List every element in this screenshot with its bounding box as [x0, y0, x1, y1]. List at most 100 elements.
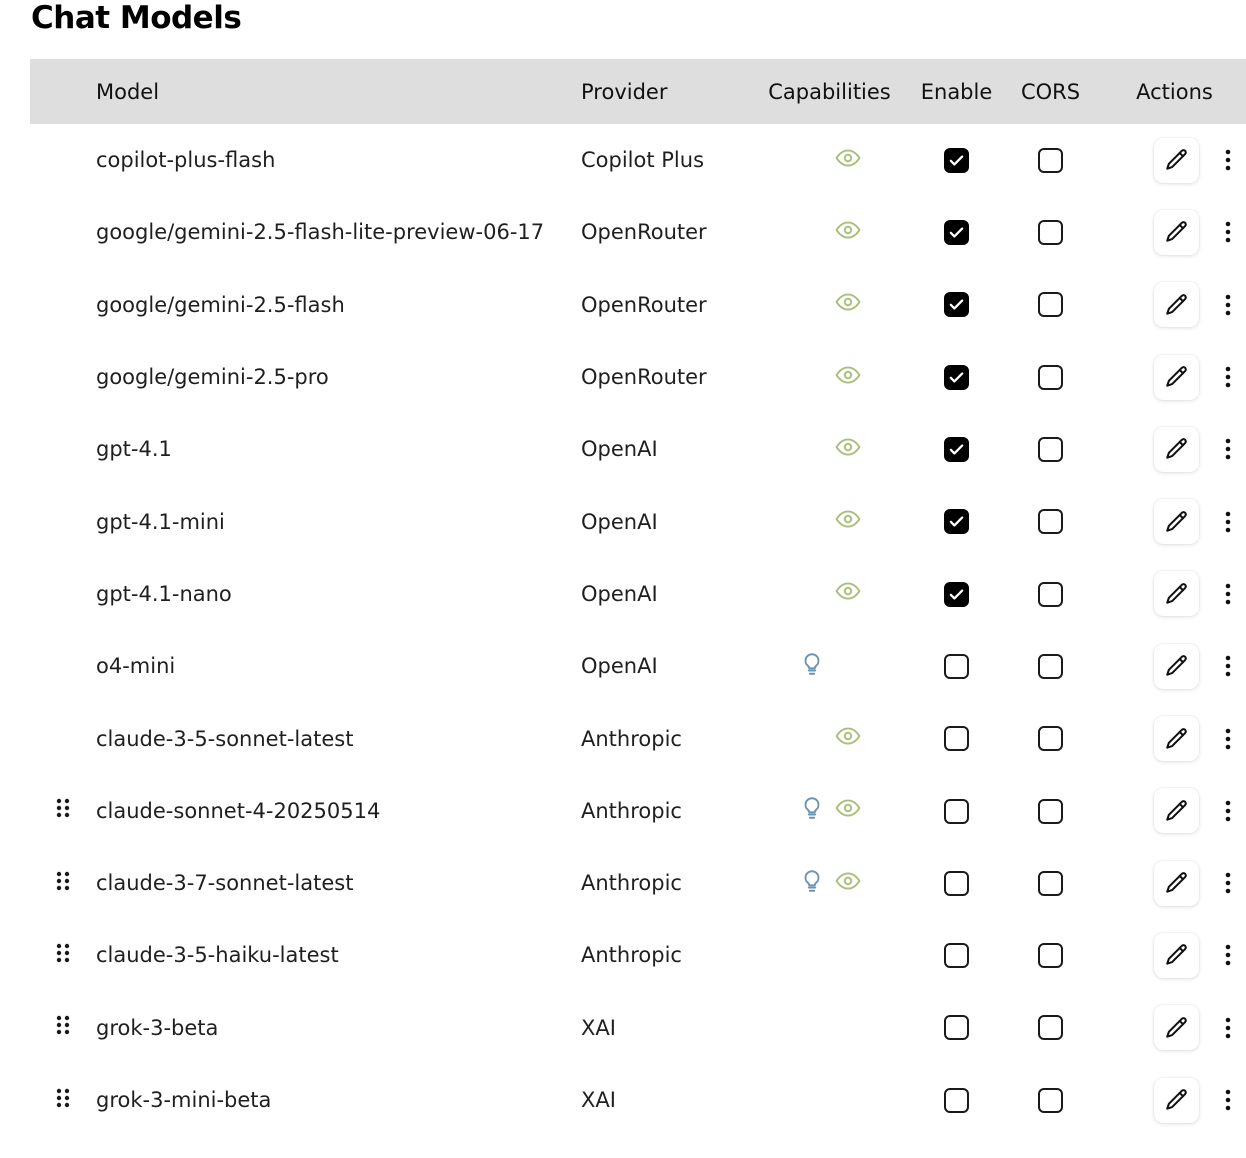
enable-checkbox[interactable]	[944, 726, 969, 752]
more-options-button[interactable]	[1213, 210, 1243, 255]
enable-checkbox[interactable]	[944, 870, 969, 896]
table-row: google/gemini-2.5-pro OpenRouter	[30, 341, 1246, 413]
table-row: claude-sonnet-4-20250514 Anthropic	[30, 775, 1246, 847]
more-options-button[interactable]	[1213, 138, 1243, 183]
enable-checkbox[interactable]	[944, 364, 969, 390]
pencil-icon	[1165, 510, 1187, 532]
more-options-button[interactable]	[1213, 1078, 1243, 1123]
enable-checkbox[interactable]	[944, 220, 969, 246]
edit-button[interactable]	[1154, 643, 1199, 689]
more-options-button[interactable]	[1213, 1005, 1243, 1050]
model-name: gpt-4.1-nano	[96, 581, 232, 606]
edit-button[interactable]	[1154, 716, 1199, 762]
eye-icon	[835, 217, 861, 243]
provider-name: XAI	[581, 1015, 616, 1040]
drag-handle-icon[interactable]	[56, 1088, 70, 1108]
more-vertical-icon	[1225, 800, 1231, 822]
edit-button[interactable]	[1154, 354, 1199, 400]
more-options-button[interactable]	[1213, 788, 1243, 833]
enable-checkbox[interactable]	[944, 292, 969, 318]
enable-checkbox[interactable]	[944, 1087, 969, 1113]
model-name: grok-3-beta	[96, 1015, 219, 1040]
edit-button[interactable]	[1154, 860, 1199, 906]
enable-checkbox[interactable]	[944, 943, 969, 969]
cors-cell	[998, 919, 1103, 991]
more-options-button[interactable]	[1213, 571, 1243, 616]
cors-checkbox[interactable]	[1038, 509, 1063, 535]
cors-cell	[998, 124, 1103, 196]
drag-handle-icon[interactable]	[56, 943, 70, 963]
enable-checkbox[interactable]	[944, 1015, 969, 1041]
cors-checkbox[interactable]	[1038, 1087, 1063, 1113]
pencil-icon	[1165, 1089, 1187, 1110]
cors-checkbox[interactable]	[1038, 653, 1063, 679]
eye-icon	[835, 868, 861, 894]
enable-checkbox[interactable]	[944, 509, 969, 535]
more-vertical-icon	[1225, 583, 1231, 605]
edit-button[interactable]	[1154, 788, 1199, 834]
lightbulb-icon	[799, 868, 825, 894]
header-drag-column	[30, 59, 96, 124]
more-options-button[interactable]	[1213, 933, 1243, 978]
edit-button[interactable]	[1154, 571, 1199, 617]
edit-button[interactable]	[1154, 209, 1199, 255]
table-row: grok-3-mini-beta XAI	[30, 1064, 1246, 1136]
cors-cell	[998, 1064, 1103, 1136]
edit-button[interactable]	[1154, 1077, 1199, 1123]
edit-button[interactable]	[1154, 137, 1199, 183]
cors-checkbox[interactable]	[1038, 1015, 1063, 1041]
drag-handle-icon[interactable]	[56, 1015, 70, 1035]
actions-cell	[1103, 919, 1246, 991]
enable-checkbox[interactable]	[944, 147, 969, 173]
edit-button[interactable]	[1154, 282, 1199, 328]
drag-cell	[30, 196, 96, 268]
chat-models-table-container: Model Provider Capabilities Enable CORS …	[30, 59, 1246, 1136]
cors-checkbox[interactable]	[1038, 726, 1063, 752]
drag-cell	[30, 919, 96, 991]
edit-button[interactable]	[1154, 1005, 1199, 1051]
cors-checkbox[interactable]	[1038, 581, 1063, 607]
more-options-button[interactable]	[1213, 282, 1243, 327]
drag-handle-icon[interactable]	[56, 798, 70, 818]
table-row: gpt-4.1-nano OpenAI	[30, 558, 1246, 630]
more-options-button[interactable]	[1213, 861, 1243, 906]
enable-cell	[915, 413, 998, 485]
cors-checkbox[interactable]	[1038, 943, 1063, 969]
provider-name: XAI	[581, 1088, 616, 1112]
enable-checkbox[interactable]	[944, 437, 969, 463]
pencil-icon	[1165, 872, 1187, 893]
more-vertical-icon	[1225, 149, 1231, 171]
enable-checkbox[interactable]	[944, 798, 969, 824]
pencil-icon	[1165, 655, 1187, 676]
edit-button[interactable]	[1154, 426, 1199, 472]
cors-cell	[998, 558, 1103, 630]
cors-checkbox[interactable]	[1038, 147, 1063, 173]
more-options-button[interactable]	[1213, 644, 1243, 689]
enable-cell	[915, 847, 998, 919]
table-row: google/gemini-2.5-flash OpenRouter	[30, 269, 1246, 341]
more-options-button[interactable]	[1213, 355, 1243, 400]
cors-cell	[998, 269, 1103, 341]
cors-checkbox[interactable]	[1038, 798, 1063, 824]
provider-name: Anthropic	[581, 943, 682, 968]
more-options-button[interactable]	[1213, 716, 1243, 761]
capabilities-cell	[744, 702, 915, 774]
cors-checkbox[interactable]	[1038, 870, 1063, 896]
edit-button[interactable]	[1154, 932, 1199, 978]
cors-checkbox[interactable]	[1038, 364, 1063, 390]
edit-button[interactable]	[1154, 499, 1199, 545]
more-options-button[interactable]	[1213, 499, 1243, 544]
drag-handle-icon[interactable]	[56, 871, 70, 891]
provider-name: OpenAI	[581, 437, 658, 462]
more-options-button[interactable]	[1213, 427, 1243, 472]
header-capabilities: Capabilities	[768, 79, 891, 104]
enable-checkbox[interactable]	[944, 653, 969, 679]
cors-checkbox[interactable]	[1038, 292, 1063, 318]
enable-checkbox[interactable]	[944, 581, 969, 607]
drag-cell	[30, 269, 96, 341]
cors-checkbox[interactable]	[1038, 220, 1063, 246]
header-actions: Actions	[1136, 79, 1213, 104]
model-name: o4-mini	[96, 654, 176, 679]
cors-checkbox[interactable]	[1038, 437, 1063, 463]
cors-cell	[998, 702, 1103, 774]
